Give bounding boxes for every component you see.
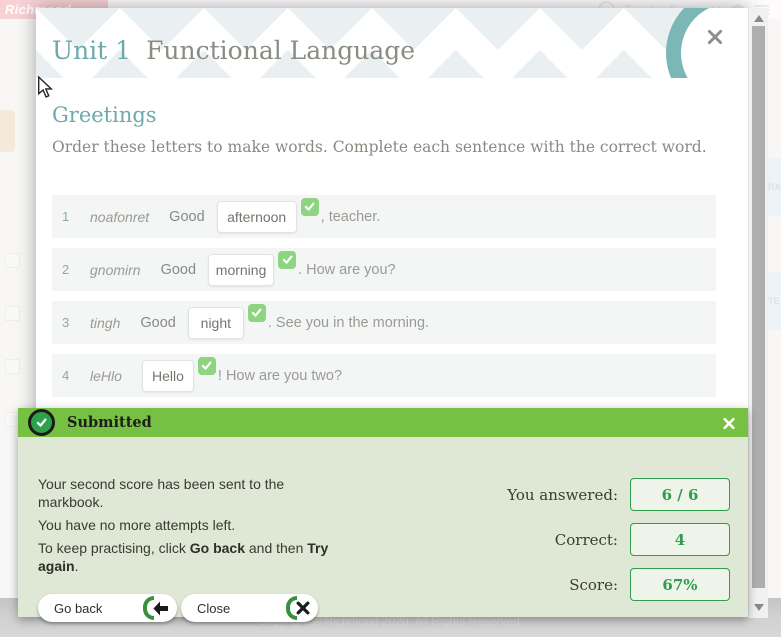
question-row: 2 gnomirn Good . How are you? [52, 248, 716, 291]
sentence-prefix: Good [169, 209, 204, 225]
question-number: 2 [62, 262, 76, 277]
stat-value-box: 67% [630, 568, 730, 601]
close-icon [706, 28, 724, 46]
modal-scrollbar[interactable] [748, 8, 768, 618]
submitted-check-icon [28, 409, 55, 436]
go-back-label: Go back [54, 601, 143, 616]
close-button[interactable]: Close [181, 594, 318, 622]
stat-label: Score: [569, 568, 618, 601]
close-label: Close [197, 601, 286, 616]
results-panel: Submitted Your second score has been sen… [18, 408, 748, 617]
stat-value-box: 4 [630, 523, 730, 556]
modal-close-button[interactable] [698, 20, 732, 54]
question-row: 4 leHlo ! How are you two? [52, 354, 716, 397]
mouse-cursor [36, 76, 54, 98]
question-list: 1 noafonret Good , teacher. 2 gnomirn Go… [52, 195, 716, 407]
sentence-suffix: . See you in the morning. [268, 315, 429, 331]
correct-check-icon [301, 198, 319, 216]
question-row: 3 tingh Good . See you in the morning. [52, 301, 716, 344]
sentence-suffix: , teacher. [321, 209, 381, 225]
stat-value-box: 6 / 6 [630, 478, 730, 511]
stat-row-answered: You answered: 6 / 6 [18, 478, 748, 511]
stat-row-correct: Correct: 4 [18, 523, 748, 556]
question-number: 1 [62, 209, 76, 224]
sentence-prefix: Good [140, 315, 175, 331]
results-title: Submitted [67, 414, 152, 431]
answer-input[interactable] [208, 254, 274, 286]
scrambled-word: noafonret [90, 209, 149, 225]
results-close-button[interactable] [716, 410, 742, 436]
question-number: 3 [62, 315, 76, 330]
unit-label: Unit 1 [52, 36, 131, 65]
answer-input[interactable] [217, 201, 297, 233]
question-number: 4 [62, 368, 76, 383]
scroll-up-arrow-icon[interactable] [754, 15, 764, 22]
page-title: Functional Language [146, 36, 415, 65]
answer-input[interactable] [142, 360, 194, 392]
scrambled-word: leHlo [90, 368, 122, 384]
close-icon [722, 416, 736, 431]
results-body: Your second score has been sent to the m… [18, 437, 748, 617]
screen: Richmond Teacher Demo RA TE Copyright © … [0, 0, 781, 637]
sentence-suffix: . How are you? [298, 262, 396, 278]
scroll-down-arrow-icon[interactable] [754, 604, 764, 611]
stat-label: You answered: [507, 478, 618, 511]
sentence-suffix: ! How are you two? [218, 368, 342, 384]
section-heading: Greetings [52, 103, 157, 127]
arrow-left-icon [153, 601, 169, 616]
scrollbar-thumb[interactable] [752, 26, 765, 588]
modal-header: Unit 1 Functional Language [36, 8, 748, 78]
decorative-arc [642, 8, 748, 78]
correct-check-icon [278, 251, 296, 269]
scrambled-word: tingh [90, 315, 120, 331]
instructions-text: Order these letters to make words. Compl… [52, 138, 707, 156]
go-back-button[interactable]: Go back [38, 594, 177, 622]
question-row: 1 noafonret Good , teacher. [52, 195, 716, 238]
correct-check-icon [248, 304, 266, 322]
scrambled-word: gnomirn [90, 262, 141, 278]
stat-label: Correct: [555, 523, 618, 556]
sentence-prefix: Good [161, 262, 196, 278]
close-x-icon [296, 601, 310, 615]
results-header: Submitted [18, 408, 748, 437]
answer-input[interactable] [188, 307, 244, 339]
modal-title-row: Unit 1 Functional Language [52, 36, 415, 65]
correct-check-icon [198, 357, 216, 375]
